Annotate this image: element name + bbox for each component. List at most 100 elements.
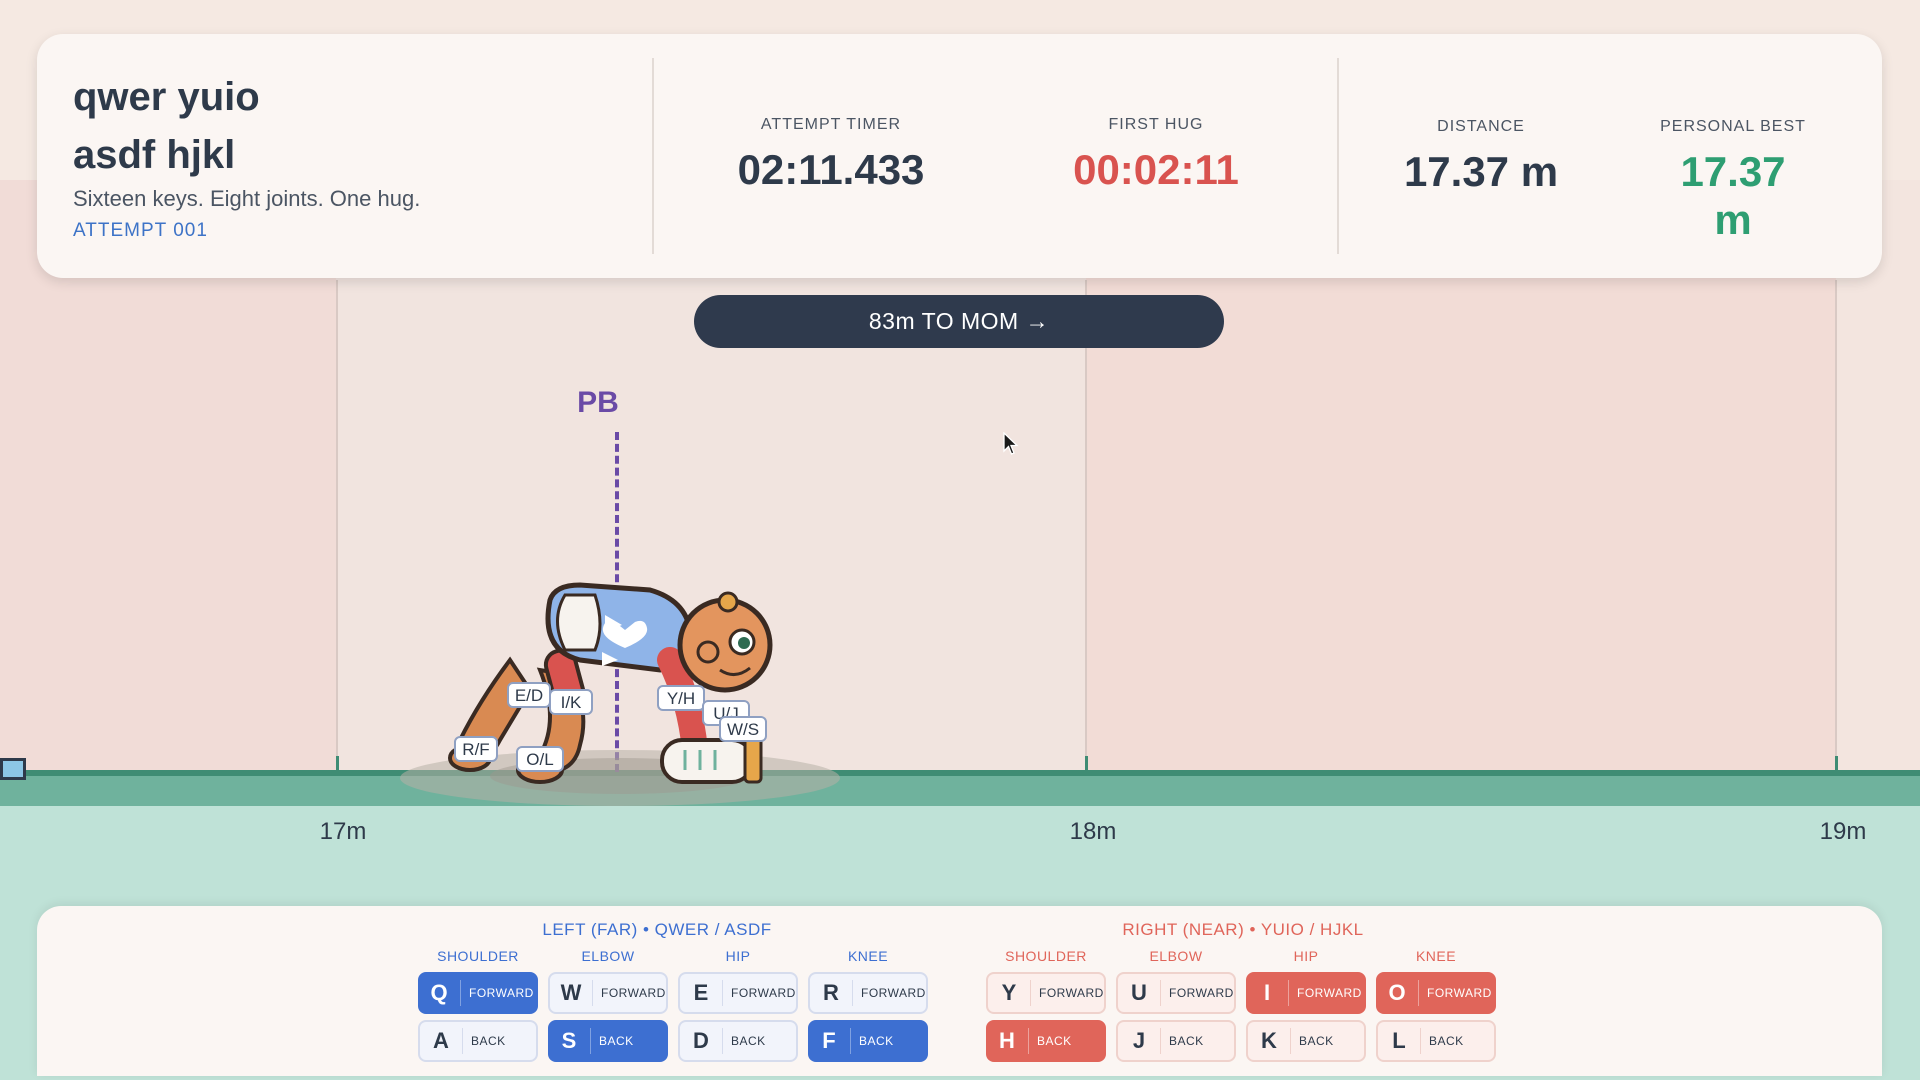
key-separator	[1418, 980, 1419, 1006]
key-action-label: FORWARD	[861, 986, 926, 1000]
key-e-forward-button[interactable]: E FORWARD	[678, 972, 798, 1014]
key-separator	[462, 1028, 463, 1054]
svg-text:Y/H: Y/H	[667, 689, 695, 708]
key-u-forward-button[interactable]: U FORWARD	[1116, 972, 1236, 1014]
attempt-counter: ATTEMPT 001	[73, 220, 208, 241]
key-action-label: FORWARD	[1427, 986, 1492, 1000]
key-action-label: BACK	[731, 1034, 766, 1048]
distance-label-19m: 19m	[1819, 818, 1867, 845]
hud-divider	[652, 58, 654, 254]
joint-title-left-shoulder: SHOULDER	[437, 948, 519, 964]
joint-title-right-hip: HIP	[1293, 948, 1319, 964]
hud-divider	[1337, 58, 1339, 254]
key-letter: D	[693, 1028, 709, 1053]
distance-gridline	[1835, 280, 1837, 770]
joint-title-right-knee: KNEE	[1415, 948, 1457, 964]
game-title: qwer yuio asdf hjkl	[73, 68, 260, 184]
key-action-label: BACK	[599, 1034, 634, 1048]
first-hug-value: 00:02:11	[1073, 146, 1239, 193]
key-s-back-button[interactable]: S BACK	[548, 1020, 668, 1062]
svg-text:O/L: O/L	[526, 750, 553, 769]
joint-label-ws: W/S	[719, 716, 767, 742]
key-letter: S	[561, 1028, 577, 1053]
game-title-line1: qwer yuio	[73, 75, 260, 119]
key-action-label: FORWARD	[731, 986, 796, 1000]
key-separator	[722, 1028, 723, 1054]
key-separator	[850, 1028, 851, 1054]
key-action-label: BACK	[1169, 1034, 1204, 1048]
attempt-timer: ATTEMPT TIMER 02:11.433	[738, 116, 925, 194]
joint-label-ik: I/K	[549, 689, 593, 715]
joint-label-rf: R/F	[454, 736, 498, 762]
distance-label-17m: 17m	[319, 818, 367, 845]
svg-text:W/S: W/S	[727, 720, 759, 739]
distance: DISTANCE 17.37 m	[1404, 118, 1558, 196]
key-separator	[1288, 980, 1289, 1006]
key-separator	[1030, 980, 1031, 1006]
game-title-line2: asdf hjkl	[73, 133, 236, 177]
svg-text:I/K: I/K	[561, 693, 582, 712]
joint-title-right-elbow: ELBOW	[1149, 948, 1203, 964]
key-letter: H	[999, 1028, 1015, 1053]
personal-best-label: PERSONAL BEST	[1660, 118, 1806, 135]
key-o-forward-button[interactable]: O FORWARD	[1376, 972, 1496, 1014]
key-separator	[1290, 1028, 1291, 1054]
key-action-label: BACK	[1037, 1034, 1072, 1048]
key-separator	[592, 980, 593, 1006]
joint-label-ed: E/D	[507, 682, 551, 708]
key-letter: K	[1261, 1028, 1277, 1053]
svg-text:E/D: E/D	[515, 686, 543, 705]
key-q-forward-button[interactable]: Q FORWARD	[418, 972, 538, 1014]
key-f-back-button[interactable]: F BACK	[808, 1020, 928, 1062]
key-action-label: FORWARD	[601, 986, 666, 1000]
start-marker	[0, 758, 26, 780]
ground-band	[0, 776, 1920, 806]
hud-panel: qwer yuio asdf hjkl Sixteen keys. Eight …	[37, 34, 1882, 278]
key-letter: E	[693, 980, 709, 1005]
key-i-forward-button[interactable]: I FORWARD	[1246, 972, 1366, 1014]
key-action-label: FORWARD	[1169, 986, 1234, 1000]
key-w-forward-button[interactable]: W FORWARD	[548, 972, 668, 1014]
first-hug-label: FIRST HUG	[1108, 116, 1204, 133]
key-action-label: BACK	[471, 1034, 506, 1048]
game-subtitle: Sixteen keys. Eight joints. One hug.	[73, 186, 421, 211]
distance-tick	[1085, 756, 1088, 774]
joint-title-left-hip: HIP	[725, 948, 751, 964]
svg-text:R/F: R/F	[462, 740, 489, 759]
key-letter: W	[560, 980, 582, 1005]
key-letter: R	[823, 980, 839, 1005]
joint-title-right-shoulder: SHOULDER	[1005, 948, 1087, 964]
key-j-back-button[interactable]: J BACK	[1116, 1020, 1236, 1062]
distance-label: DISTANCE	[1437, 118, 1525, 135]
key-y-forward-button[interactable]: Y FORWARD	[986, 972, 1106, 1014]
key-separator	[460, 980, 461, 1006]
first-hug: FIRST HUG 00:02:11	[1073, 116, 1239, 194]
controls-panel: LEFT (FAR) • QWER / ASDF RIGHT (NEAR) • …	[37, 906, 1882, 1076]
personal-best-value: 17.37 m	[1680, 148, 1786, 243]
key-separator	[1420, 1028, 1421, 1054]
key-letter: I	[1263, 980, 1271, 1005]
key-l-back-button[interactable]: L BACK	[1376, 1020, 1496, 1062]
key-action-label: FORWARD	[1039, 986, 1104, 1000]
key-letter: F	[822, 1028, 836, 1053]
key-d-back-button[interactable]: D BACK	[678, 1020, 798, 1062]
key-r-forward-button[interactable]: R FORWARD	[808, 972, 928, 1014]
key-k-back-button[interactable]: K BACK	[1246, 1020, 1366, 1062]
baby-character: E/D I/K R/F O/L Y/H U/J W/S	[400, 582, 840, 806]
key-letter: A	[433, 1028, 449, 1053]
joint-label-ol: O/L	[516, 746, 564, 772]
joint-title-left-elbow: ELBOW	[581, 948, 635, 964]
key-separator	[1160, 1028, 1161, 1054]
key-letter: L	[1392, 1028, 1406, 1053]
distance-tick	[336, 756, 339, 774]
key-separator	[722, 980, 723, 1006]
key-h-back-button[interactable]: H BACK	[986, 1020, 1106, 1062]
key-a-back-button[interactable]: A BACK	[418, 1020, 538, 1062]
key-letter: O	[1388, 980, 1406, 1005]
key-action-label: FORWARD	[1297, 986, 1362, 1000]
key-separator	[590, 1028, 591, 1054]
right-controls-title: RIGHT (NEAR) • YUIO / HJKL	[1122, 920, 1364, 939]
pb-marker-label: PB	[577, 386, 619, 419]
distance-to-mom-banner: 83m TO MOM →	[694, 295, 1224, 348]
key-letter: J	[1132, 1028, 1146, 1053]
